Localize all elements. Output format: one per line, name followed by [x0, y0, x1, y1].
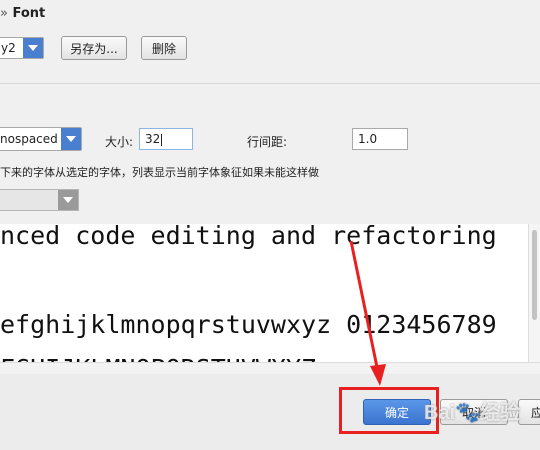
preview-vertical-scrollbar[interactable]: [528, 224, 540, 362]
text-caret: [161, 133, 163, 146]
font-size-input[interactable]: 32: [139, 128, 193, 150]
fallback-font-hint: 下来的字体从选定的字体，列表显示当前字体象征如果未能这样做: [0, 166, 319, 179]
settings-panel: » Font y2 另存为... 删除 nospaced 大小: 32 行间距:…: [0, 0, 540, 224]
breadcrumb-separator: »: [0, 6, 8, 21]
chevron-down-icon[interactable]: [23, 38, 43, 58]
delete-button[interactable]: 删除: [141, 36, 187, 60]
scheme-select[interactable]: y2: [0, 37, 44, 59]
primary-font-select[interactable]: nospaced: [0, 127, 82, 151]
fallback-font-select[interactable]: [0, 189, 79, 211]
line-spacing-label: 行间距:: [247, 135, 288, 149]
save-as-button[interactable]: 另存为...: [61, 36, 127, 60]
preview-line: FGHIJKLMNOPQRSTUVWXYZ: [0, 354, 316, 362]
primary-font-value: nospaced: [0, 132, 58, 146]
watermark-logo: Bai🐾经验: [424, 402, 521, 424]
size-label: 大小:: [105, 135, 134, 149]
breadcrumb-current: Font: [12, 6, 46, 21]
scheme-select-value: y2: [1, 41, 16, 55]
line-spacing-input[interactable]: 1.0: [352, 128, 408, 150]
apply-button[interactable]: 应: [518, 399, 540, 425]
font-size-value: 32: [145, 132, 161, 146]
preview-line: nced code editing and refactoring: [0, 224, 497, 250]
chevron-down-icon[interactable]: [61, 128, 81, 150]
scrollbar-thumb[interactable]: [532, 230, 537, 320]
preview-line: efghijklmnopqrstuvwxyz 0123456789: [0, 310, 497, 339]
section-divider: [0, 83, 540, 84]
font-preview: nced code editing and refactoring efghij…: [0, 224, 528, 362]
breadcrumb: » Font: [0, 6, 45, 21]
chevron-down-icon[interactable]: [58, 190, 78, 210]
